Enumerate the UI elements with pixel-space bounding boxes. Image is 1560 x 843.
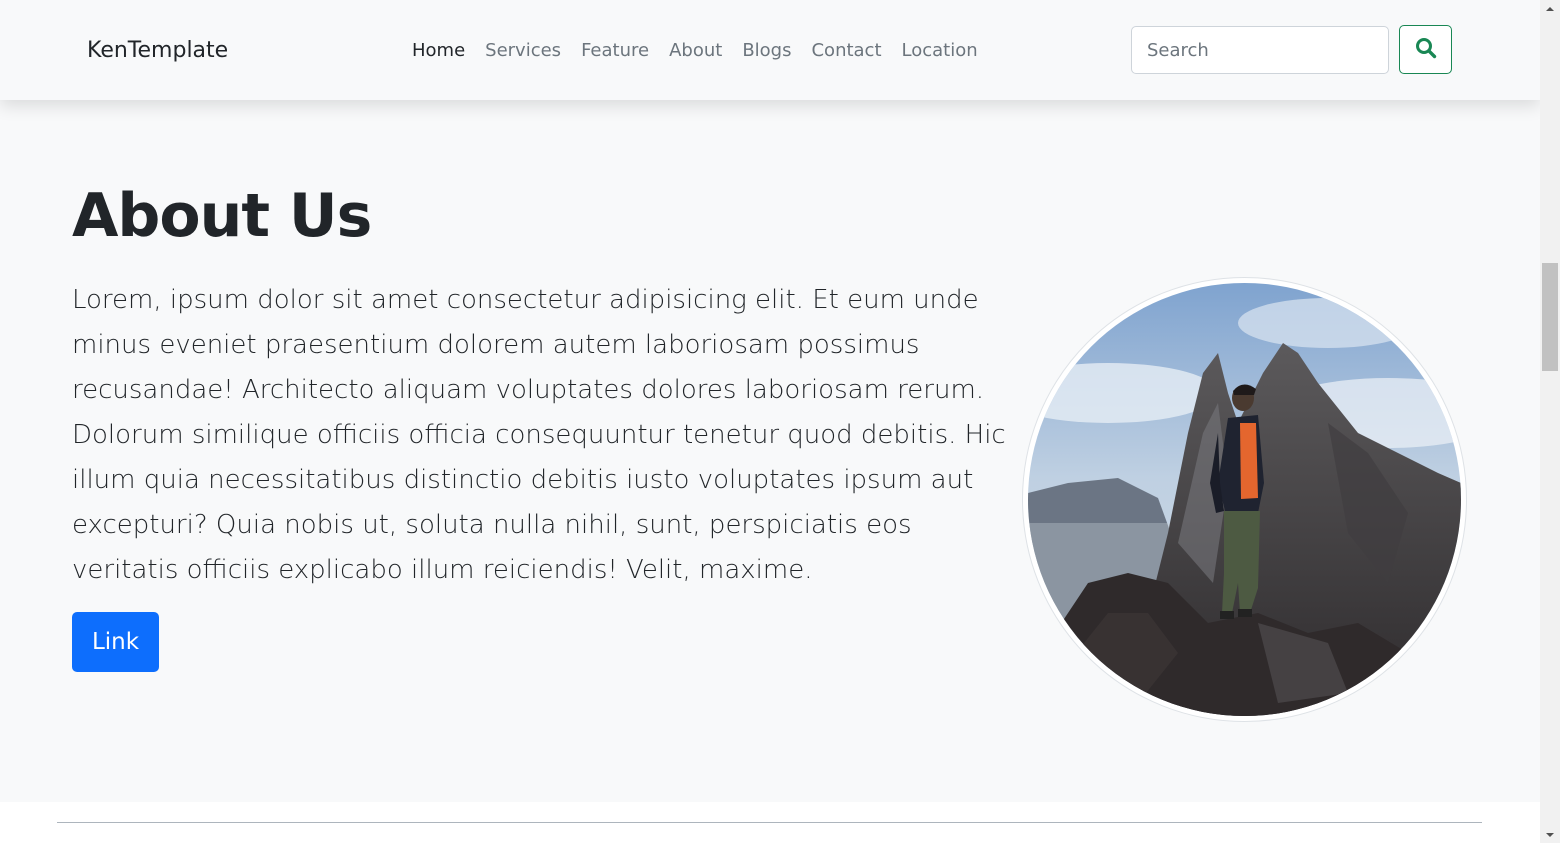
profile-photo-image — [1028, 283, 1461, 716]
brand-logo[interactable]: KenTemplate — [87, 36, 228, 66]
scrollbar-thumb[interactable] — [1542, 263, 1558, 371]
section-divider — [57, 822, 1482, 823]
scrollbar-track[interactable] — [1540, 0, 1560, 843]
scroll-up-arrow-icon[interactable] — [1540, 0, 1560, 17]
nav-link-blogs[interactable]: Blogs — [732, 38, 801, 64]
about-title: About Us — [72, 181, 372, 251]
navbar: KenTemplate Home Services Feature About … — [0, 0, 1540, 100]
search-icon — [1415, 37, 1437, 62]
page: KenTemplate Home Services Feature About … — [0, 0, 1540, 843]
nav-link-feature[interactable]: Feature — [571, 38, 659, 64]
link-button[interactable]: Link — [72, 612, 159, 672]
nav-link-home[interactable]: Home — [402, 38, 475, 64]
scroll-down-arrow-icon[interactable] — [1540, 826, 1560, 843]
about-section: About Us Lorem, ipsum dolor sit amet con… — [0, 100, 1540, 802]
search-button[interactable] — [1399, 25, 1452, 74]
search-input[interactable] — [1131, 26, 1389, 74]
about-text: Lorem, ipsum dolor sit amet consectetur … — [72, 285, 1006, 585]
profile-photo — [1022, 277, 1467, 722]
nav-link-services[interactable]: Services — [475, 38, 571, 64]
nav-links: Home Services Feature About Blogs Contac… — [402, 38, 988, 64]
nav-link-location[interactable]: Location — [892, 38, 988, 64]
nav-link-about[interactable]: About — [659, 38, 732, 64]
nav-link-contact[interactable]: Contact — [801, 38, 891, 64]
